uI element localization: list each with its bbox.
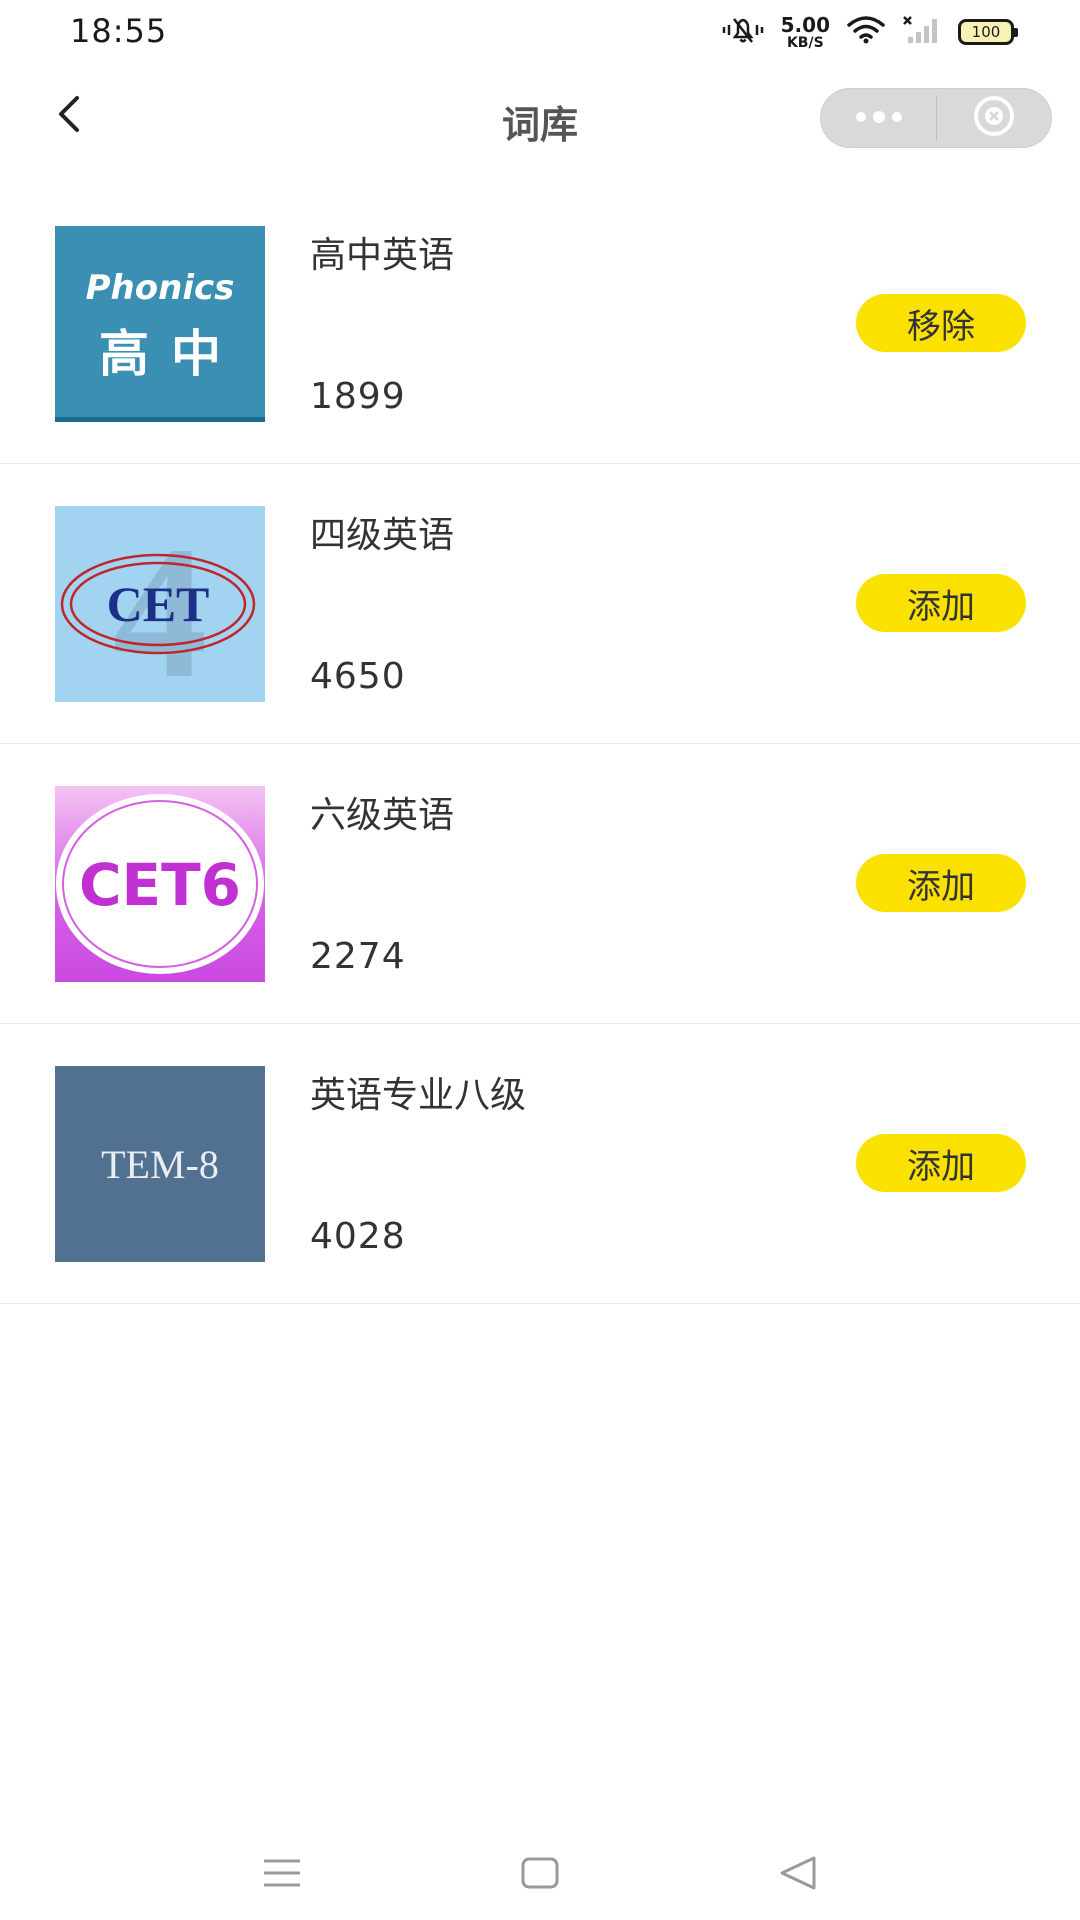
cover-text: Phonics — [85, 267, 235, 308]
book-name: 英语专业八级 — [310, 1075, 527, 1116]
list-item: TEM-8 英语专业八级 4028 添加 — [0, 1024, 1080, 1304]
add-button[interactable]: 添加 — [856, 854, 1026, 912]
battery-level: 100 — [971, 23, 1001, 41]
cover-text: 高中 — [99, 324, 243, 383]
speed-unit: KB/S — [786, 34, 824, 51]
add-button[interactable]: 添加 — [856, 1134, 1026, 1192]
wifi-icon — [846, 15, 886, 49]
close-circle-icon — [972, 94, 1016, 142]
status-time: 18:55 — [70, 12, 168, 50]
battery-icon: 100 — [958, 19, 1018, 45]
cover-text: CET6 — [79, 851, 241, 919]
word-count: 4028 — [310, 1216, 406, 1257]
status-icons: 5.00 KB/S 100 — [705, 14, 1018, 50]
more-button[interactable] — [821, 89, 936, 147]
wordbook-list: Phonics 高中 高中英语 1899 移除 4 CET 四级英语 4650 … — [0, 184, 1080, 1304]
list-item: 4 CET 四级英语 4650 添加 — [0, 464, 1080, 744]
mini-program-capsule — [820, 88, 1052, 148]
word-count: 1899 — [310, 376, 406, 417]
nav-bar: 词库 — [0, 64, 1080, 174]
list-item: CET6 六级英语 2274 添加 — [0, 744, 1080, 1024]
home-button[interactable] — [510, 1850, 570, 1900]
book-name: 六级英语 — [310, 795, 455, 836]
book-cover: Phonics 高中 — [55, 226, 265, 422]
cover-text: CET — [107, 576, 210, 632]
system-nav-bar — [0, 1830, 1080, 1920]
menu-icon — [262, 1857, 302, 1893]
status-bar: 18:55 5.00 KB/S 100 — [0, 0, 1080, 64]
remove-button[interactable]: 移除 — [856, 294, 1026, 352]
add-button[interactable]: 添加 — [856, 574, 1026, 632]
book-name: 四级英语 — [310, 515, 455, 556]
speed-value: 5.00 — [780, 12, 830, 37]
recent-apps-button[interactable] — [252, 1850, 312, 1900]
word-count: 4650 — [310, 656, 406, 697]
book-cover: 4 CET — [55, 506, 265, 702]
cover-text: TEM-8 — [101, 1141, 219, 1187]
word-count: 2274 — [310, 936, 406, 977]
more-dots-icon — [854, 109, 904, 128]
book-cover: TEM-8 — [55, 1066, 265, 1262]
signal-icon — [902, 15, 942, 49]
system-back-button[interactable] — [768, 1850, 828, 1900]
book-cover: CET6 — [55, 786, 265, 982]
home-square-icon — [520, 1856, 560, 1894]
back-triangle-icon — [778, 1855, 818, 1895]
book-name: 高中英语 — [310, 235, 455, 276]
list-item: Phonics 高中 高中英语 1899 移除 — [0, 184, 1080, 464]
close-button[interactable] — [937, 89, 1051, 147]
mute-bell-icon — [721, 15, 765, 49]
network-speed: 5.00 KB/S — [781, 15, 830, 50]
